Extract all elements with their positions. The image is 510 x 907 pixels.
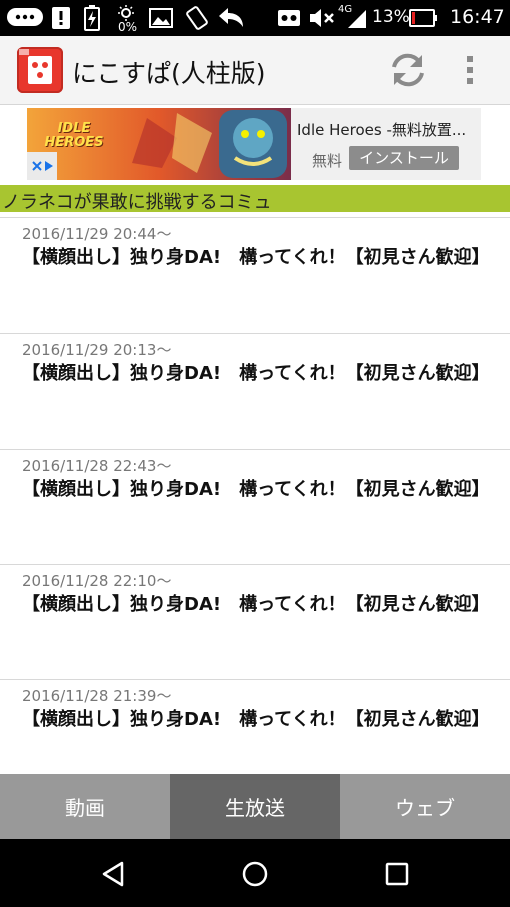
recents-button[interactable]: [382, 859, 412, 893]
navigation-bar: [0, 839, 510, 907]
voicemail-icon: [276, 6, 302, 30]
alert-icon: [50, 6, 72, 30]
percent-small-text: 0%: [118, 20, 138, 34]
list-item[interactable]: 2016/11/28 22:10〜 【横顔出し】独り身DA! 構ってくれ！【初見…: [0, 564, 510, 678]
community-header: ノラネコが果敢に挑戦するコミュ: [0, 185, 510, 213]
broadcast-title: 【横顔出し】独り身DA! 構ってくれ！【初見さん歓迎】: [22, 594, 490, 615]
list-item[interactable]: 2016/11/28 22:43〜 【横顔出し】独り身DA! 構ってくれ！【初見…: [0, 449, 510, 563]
battery-charging-icon: [82, 5, 102, 31]
tab-videos[interactable]: 動画: [0, 774, 170, 839]
home-circle-icon: [242, 861, 268, 887]
overflow-menu-button[interactable]: [458, 49, 482, 91]
screen-rotate-icon: [182, 6, 212, 30]
broadcast-date: 2016/11/28 22:10〜: [22, 572, 172, 590]
signal-icon: [346, 6, 368, 30]
broadcast-date: 2016/11/29 20:13〜: [22, 341, 172, 359]
broadcast-date: 2016/11/28 22:43〜: [22, 457, 172, 475]
tab-web[interactable]: ウェブ: [340, 774, 510, 839]
battery-percent: 13%: [372, 7, 410, 27]
refresh-icon: [392, 53, 424, 87]
ad-image[interactable]: IDLE HEROES: [27, 108, 291, 180]
broadcast-title: 【横顔出し】独り身DA! 構ってくれ！【初見さん歓迎】: [22, 363, 490, 384]
app-bar: にこすぱ(人柱版): [0, 36, 510, 105]
recents-square-icon: [385, 862, 409, 886]
refresh-button[interactable]: [386, 49, 430, 91]
broadcast-title: 【横顔出し】独り身DA! 構ってくれ！【初見さん歓迎】: [22, 479, 490, 500]
home-button[interactable]: [240, 859, 270, 893]
more-vert-icon: [467, 56, 473, 84]
broadcast-date: 2016/11/28 21:39〜: [22, 687, 172, 705]
ad-image-text: IDLE HEROES: [44, 121, 104, 150]
broadcast-title: 【横顔出し】独り身DA! 構ってくれ！【初見さん歓迎】: [22, 709, 490, 730]
list-item[interactable]: 2016/11/29 20:44〜 【横顔出し】独り身DA! 構ってくれ！【初見…: [0, 217, 510, 331]
ad-price: 無料: [312, 152, 343, 170]
broadcast-title: 【横顔出し】独り身DA! 構ってくれ！【初見さん歓迎】: [22, 247, 490, 268]
back-arrow-icon: [216, 6, 246, 30]
chat-notification-icon: [6, 6, 44, 30]
back-triangle-icon: [102, 861, 124, 887]
ad-title[interactable]: Idle Heroes -無料放置...: [297, 119, 466, 140]
clock: 16:47: [450, 6, 505, 28]
ad-banner[interactable]: IDLE HEROES Idle Heroes -無料放置... 無料 インスト…: [27, 108, 481, 180]
mute-icon: [308, 6, 336, 30]
app-title: にこすぱ(人柱版): [72, 59, 266, 88]
back-button[interactable]: [98, 859, 128, 893]
broadcast-date: 2016/11/29 20:44〜: [22, 225, 172, 243]
tab-live[interactable]: 生放送: [170, 774, 340, 839]
community-name: ノラネコが果敢に挑戦するコミュ: [2, 192, 272, 213]
gallery-icon: [148, 6, 174, 30]
battery-icon: [408, 6, 438, 30]
app-logo-icon[interactable]: [17, 47, 63, 93]
status-bar: 0% 4G 13% 16:47: [0, 0, 510, 36]
list-item[interactable]: 2016/11/29 20:13〜 【横顔出し】独り身DA! 構ってくれ！【初見…: [0, 333, 510, 447]
bottom-tabs: 動画 生放送 ウェブ: [0, 774, 510, 839]
ad-install-button[interactable]: インストール: [349, 146, 459, 170]
